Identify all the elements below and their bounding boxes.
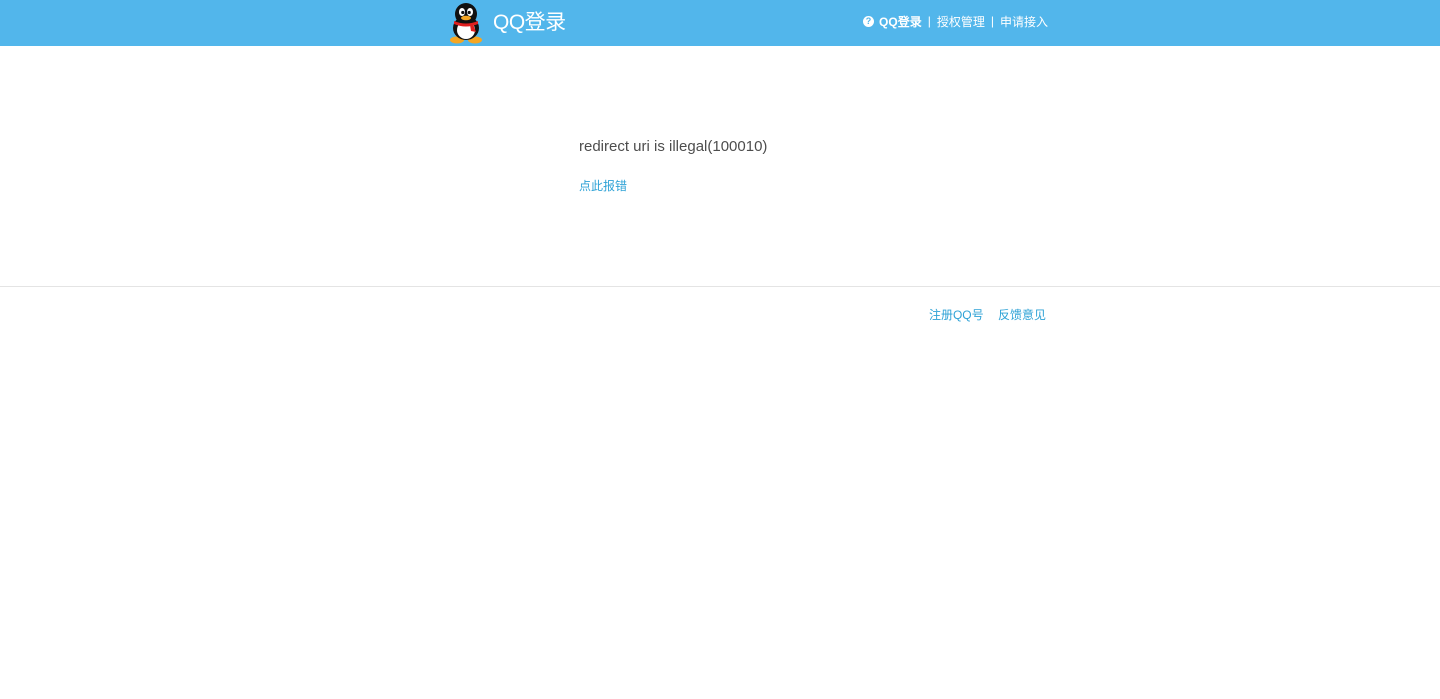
register-qq-link[interactable]: 注册QQ号: [929, 308, 984, 322]
feedback-link[interactable]: 反馈意见: [998, 308, 1046, 322]
nav-qq-login[interactable]: QQ登录: [879, 13, 922, 30]
error-content: redirect uri is illegal(100010) 点此报错: [579, 137, 767, 195]
nav-separator: |: [927, 14, 931, 28]
footer-divider: [0, 286, 1440, 287]
nav-separator: |: [990, 14, 994, 28]
footer-links: 注册QQ号 反馈意见: [918, 306, 1046, 323]
qq-penguin-icon: [446, 2, 486, 44]
top-header-bar: QQ登录 ? QQ登录 | 授权管理 | 申请接入: [0, 0, 1440, 46]
report-error-link[interactable]: 点此报错: [579, 177, 627, 194]
brand-logo-link[interactable]: QQ登录: [446, 0, 566, 46]
top-navigation: ? QQ登录 | 授权管理 | 申请接入: [863, 0, 1048, 42]
question-circle-icon[interactable]: ?: [863, 15, 875, 27]
nav-apply-access[interactable]: 申请接入: [1000, 13, 1048, 30]
error-message: redirect uri is illegal(100010): [579, 138, 768, 155]
brand-title: QQ登录: [493, 11, 566, 34]
nav-auth-manage[interactable]: 授权管理: [937, 13, 985, 30]
